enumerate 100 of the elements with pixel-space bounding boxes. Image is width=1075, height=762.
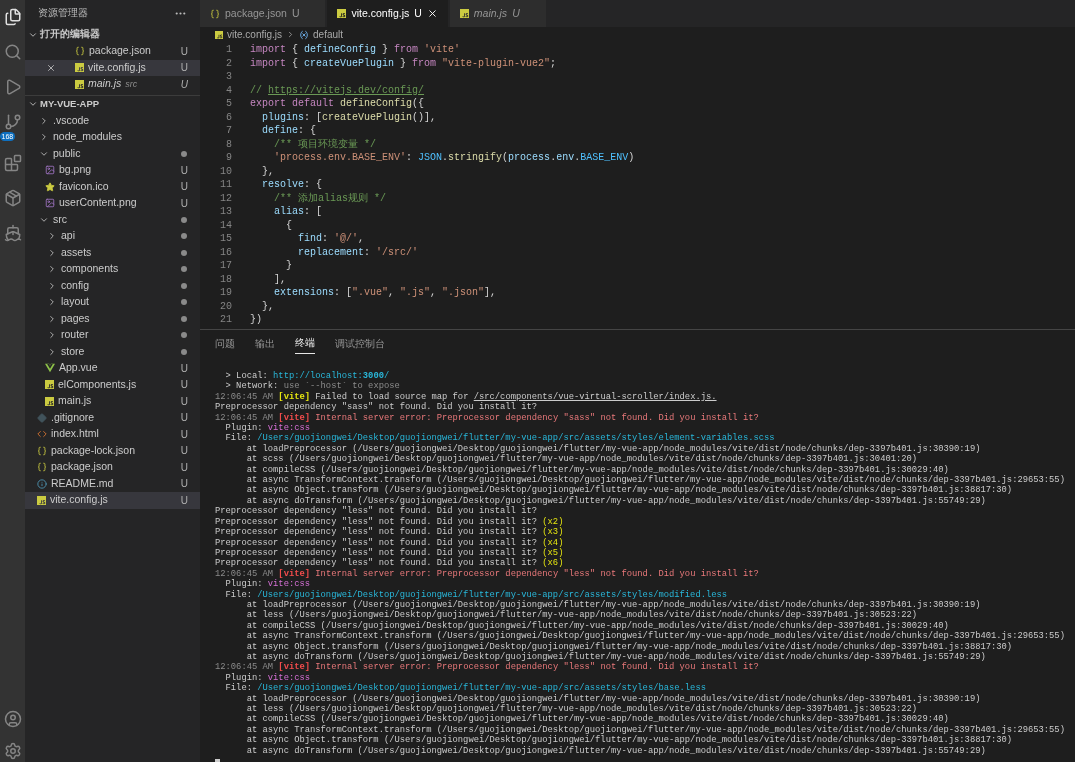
source-control-icon[interactable] xyxy=(3,113,22,131)
sidebar-title: 资源管理器 xyxy=(38,5,88,20)
code-line: 'process.env.BASE_ENV': JSON.stringify(process.env.BASE_ENV) xyxy=(273,151,635,165)
line-number: 9 xyxy=(225,151,232,165)
status-letter: U xyxy=(180,180,188,195)
status-letter: U xyxy=(180,163,188,178)
star-icon xyxy=(45,181,55,192)
editor-tab[interactable]: package.json U xyxy=(200,0,326,27)
status-letter: U xyxy=(180,378,188,393)
code-line: alias: [ xyxy=(273,205,323,219)
file-item[interactable]: favicon.ico U xyxy=(25,178,200,195)
terminal-line: Plugin: vite:css xyxy=(224,423,311,434)
terminal-line: File: /Users/guojiongwei/Desktop/guojiongwei/flutter/my-vue-app/src/assets/styles/element-variables.scss xyxy=(224,433,775,444)
terminal-line: Plugin: vite:css xyxy=(224,579,311,590)
file-item[interactable]: package.json U xyxy=(25,459,200,476)
line-number: 13 xyxy=(219,205,232,219)
panel-tab[interactable]: 输出 xyxy=(255,332,275,354)
status-letter: U xyxy=(180,44,188,59)
section-header[interactable]: 打开的编辑器 xyxy=(25,26,200,43)
file-item[interactable]: .gitignore U xyxy=(25,409,200,426)
ship-icon[interactable] xyxy=(3,224,22,242)
terminal-line: Preprocessor dependency "less" not found. Did you install it? (x3) xyxy=(215,527,564,538)
code-line: // https://vitejs.dev/config/ xyxy=(250,83,425,97)
settings-icon[interactable] xyxy=(3,742,22,760)
code-line: ], xyxy=(273,272,286,286)
terminal-cursor xyxy=(215,759,220,762)
diamond-icon xyxy=(37,412,47,423)
status-letter: U xyxy=(512,5,520,21)
code-line: define: { xyxy=(261,124,317,138)
code-line: }, xyxy=(261,164,274,178)
code-line: import { createVuePlugin } from "vite-plugin-vue2"; xyxy=(250,56,557,70)
folder-item[interactable]: layout xyxy=(25,294,200,311)
panel-tab[interactable]: 问题 xyxy=(215,332,235,354)
open-editor-item[interactable]: main.js src U xyxy=(25,76,200,93)
code-line: import { defineConfig } from 'vite' xyxy=(250,43,461,57)
terminal-line: 12:06:45 AM [vite] Internal server error: Preprocessor dependency "less" not found. Did you install it? xyxy=(215,568,759,579)
file-item[interactable]: userContent.png U xyxy=(25,195,200,212)
file-item[interactable]: README.md U xyxy=(25,475,200,492)
terminal-line: 12:06:45 AM [vite] Internal server error: Preprocessor dependency "less" not found. Did you install it? xyxy=(215,662,759,673)
breadcrumb-item[interactable]: default xyxy=(313,27,344,42)
line-number: 12 xyxy=(219,191,232,205)
line-number: 8 xyxy=(225,137,232,151)
panel-tab[interactable]: 调试控制台 xyxy=(335,332,385,354)
editor-tab[interactable]: vite.config.js U xyxy=(327,0,448,27)
js-file-icon xyxy=(215,30,223,39)
folder-item[interactable]: src xyxy=(25,211,200,228)
line-number: 14 xyxy=(219,218,232,232)
section-header[interactable]: MY-VUE-APP xyxy=(25,95,200,113)
code-line: find: '@/', xyxy=(297,232,365,246)
folder-item[interactable]: router xyxy=(25,327,200,344)
account-icon[interactable] xyxy=(3,710,22,728)
extensions-icon[interactable] xyxy=(3,154,22,172)
open-editor-item[interactable]: vite.config.js U xyxy=(25,59,200,76)
search-icon[interactable] xyxy=(3,43,22,61)
terminal-line: at scss (/Users/guojiongwei/Desktop/guojiongwei/flutter/my-vue-app/node_modules/vite/dist/node/chunks/dep-3397b401.js:30401:20) xyxy=(245,454,918,465)
terminal-line: at async Object.transform (/Users/guojiongwei/Desktop/guojiongwei/flutter/my-vue-app/node_modules/vite/dist/node/chunks/dep-3397b401.js:38817:30) xyxy=(245,641,1013,652)
js-file-icon xyxy=(37,495,46,505)
file-item[interactable]: index.html U xyxy=(25,426,200,443)
terminal-line: > Local: http://localhost:3000/ xyxy=(224,371,390,381)
code-line: /** 项目环境变量 */ xyxy=(273,137,376,151)
file-item[interactable]: bg.png U xyxy=(25,162,200,179)
folder-item[interactable]: node_modules xyxy=(25,129,200,146)
image-icon xyxy=(45,165,55,176)
close-icon[interactable] xyxy=(426,8,438,19)
file-item[interactable]: vite.config.js U xyxy=(25,492,200,509)
status-letter: U xyxy=(180,196,188,211)
line-number: 1 xyxy=(225,43,232,57)
terminal-line: at async doTransform (/Users/guojiongwei/Desktop/guojiongwei/flutter/my-vue-app/node_modules/vite/dist/node/chunks/dep-3397b401.js:55749:29) xyxy=(245,495,986,506)
js-file-icon xyxy=(75,79,84,89)
braces-icon xyxy=(210,8,220,19)
file-item[interactable]: package-lock.json U xyxy=(25,442,200,459)
line-number: 15 xyxy=(219,232,232,246)
breadcrumb-item[interactable]: vite.config.js xyxy=(227,27,283,42)
terminal-line: at loadPreprocessor (/Users/guojiongwei/Desktop/guojiongwei/flutter/my-vue-app/node_modules/vite/dist/node/chunks/dep-3397b401.js:30390:19) xyxy=(245,599,981,610)
code-line: plugins: [createVuePlugin()], xyxy=(261,110,437,124)
editor-tab[interactable]: main.js U xyxy=(449,0,546,27)
status-letter: U xyxy=(180,477,188,492)
folder-item[interactable]: assets xyxy=(25,244,200,261)
js-file-icon xyxy=(459,9,469,18)
terminal-line: 12:06:45 AM [vite] Internal server error: Preprocessor dependency "sass" not found. Did you install it? xyxy=(215,412,759,423)
folder-item[interactable]: config xyxy=(25,277,200,294)
folder-item[interactable]: api xyxy=(25,228,200,245)
image-icon xyxy=(45,198,55,209)
folder-item[interactable]: pages xyxy=(25,310,200,327)
folder-item[interactable]: public xyxy=(25,145,200,162)
line-number: 10 xyxy=(219,164,232,178)
status-letter: U xyxy=(180,460,188,475)
folder-item[interactable]: .vscode xyxy=(25,112,200,129)
file-item[interactable]: main.js U xyxy=(25,393,200,410)
folder-item[interactable]: store xyxy=(25,343,200,360)
file-item[interactable]: App.vue U xyxy=(25,360,200,377)
file-item[interactable]: elComponents.js U xyxy=(25,376,200,393)
line-number: 2 xyxy=(225,56,232,70)
folder-item[interactable]: components xyxy=(25,261,200,278)
explorer-icon[interactable] xyxy=(3,8,22,26)
panel-tab[interactable]: 终端 xyxy=(295,332,315,354)
open-editor-item[interactable]: package.json U xyxy=(25,43,200,60)
status-letter: U xyxy=(180,77,188,92)
code-line: }, xyxy=(261,299,274,313)
package-icon[interactable] xyxy=(3,189,22,207)
